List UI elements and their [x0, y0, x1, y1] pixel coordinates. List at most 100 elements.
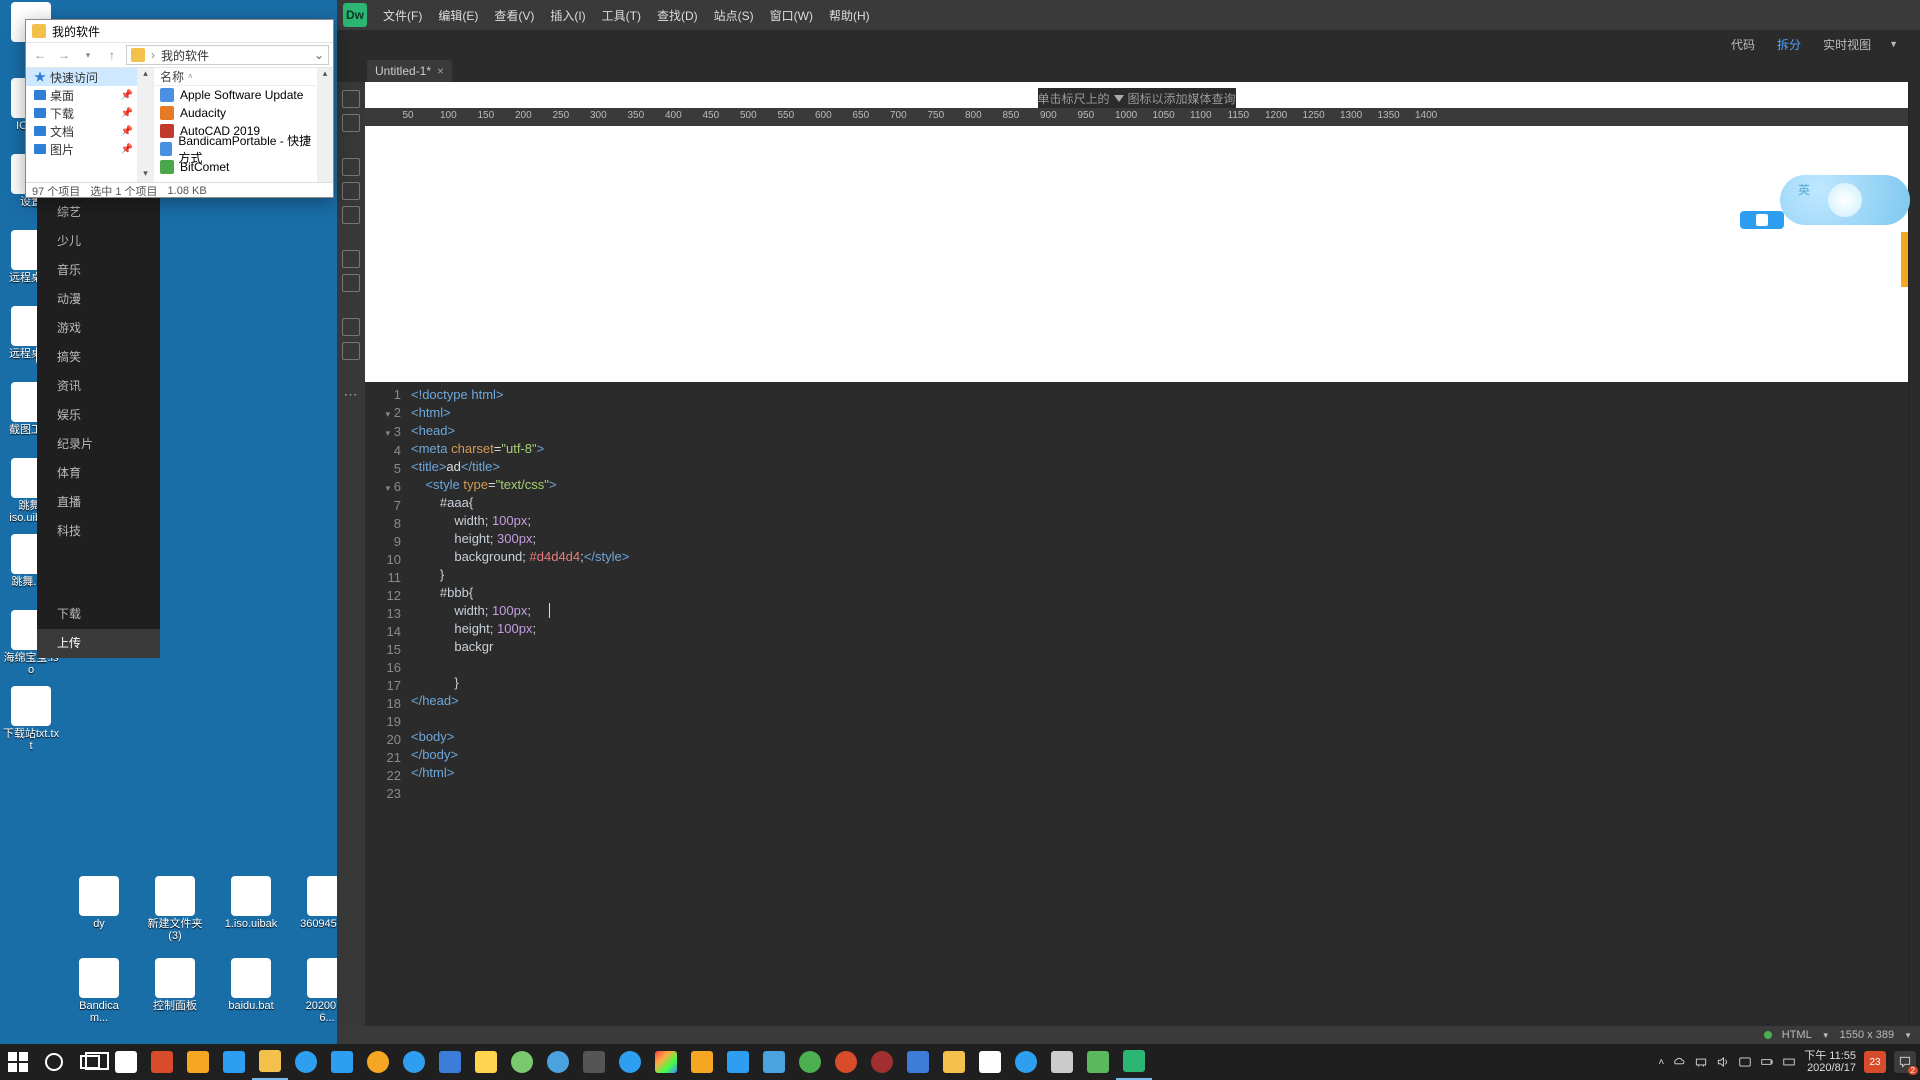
taskbar-app[interactable]	[144, 1044, 180, 1080]
rail-icon[interactable]	[342, 274, 360, 292]
design-view-canvas[interactable]: 单击标尺上的 图标以添加媒体查询 50100150200250300350400…	[365, 82, 1908, 382]
keyboard-icon[interactable]	[1782, 1055, 1796, 1069]
menu-item[interactable]: 帮助(H)	[821, 3, 878, 28]
taskbar-app[interactable]	[972, 1044, 1008, 1080]
chevron-down-icon[interactable]: ▼	[1822, 1031, 1830, 1040]
code-line[interactable]: width; 100px;	[411, 512, 1908, 530]
scroll-up-icon[interactable]: ▴	[317, 68, 333, 82]
menu-item[interactable]: 站点(S)	[706, 3, 762, 28]
chevron-down-icon[interactable]: ▼	[1887, 39, 1900, 49]
menu-item[interactable]: 查看(V)	[486, 3, 542, 28]
category-item[interactable]: 娱乐	[37, 401, 160, 430]
rail-icon[interactable]	[342, 318, 360, 336]
more-icon[interactable]: ⋯	[344, 386, 359, 403]
taskbar-app[interactable]	[432, 1044, 468, 1080]
up-button[interactable]: ↑	[102, 48, 122, 62]
notification-badge[interactable]: 23	[1864, 1051, 1886, 1073]
nav-pane-item[interactable]: 文档📌	[26, 122, 137, 140]
taskbar-app[interactable]	[540, 1044, 576, 1080]
taskbar-app[interactable]	[1080, 1044, 1116, 1080]
view-live[interactable]: 实时视图	[1817, 33, 1877, 56]
cortana-button[interactable]	[36, 1044, 72, 1080]
taskbar-app[interactable]	[648, 1044, 684, 1080]
category-item[interactable]: 直播	[37, 488, 160, 517]
tray-overflow-icon[interactable]: ˄	[1658, 1057, 1664, 1068]
file-list-item[interactable]: Apple Software Update	[154, 86, 317, 104]
taskbar-app[interactable]	[288, 1044, 324, 1080]
menu-item[interactable]: 查找(D)	[649, 3, 706, 28]
code-line[interactable]: #bbb{	[411, 584, 1908, 602]
rail-icon[interactable]	[342, 182, 360, 200]
taskbar-app[interactable]	[936, 1044, 972, 1080]
category-item[interactable]: 少儿	[37, 227, 160, 256]
onedrive-icon[interactable]	[1672, 1055, 1686, 1069]
menu-item[interactable]: 文件(F)	[375, 3, 430, 28]
taskbar-app-file-explorer[interactable]	[252, 1044, 288, 1080]
code-line[interactable]: <head>	[411, 422, 1908, 440]
upload-tab[interactable]: 上传	[37, 629, 160, 658]
rail-icon[interactable]	[342, 90, 360, 108]
taskbar-app-dreamweaver[interactable]	[1116, 1044, 1152, 1080]
recent-dropdown[interactable]: ▾	[78, 50, 98, 61]
taskbar-app[interactable]	[108, 1044, 144, 1080]
taskbar-app[interactable]	[216, 1044, 252, 1080]
taskbar-app[interactable]	[756, 1044, 792, 1080]
code-line[interactable]: }	[411, 566, 1908, 584]
floating-widget[interactable]: 英	[1780, 175, 1910, 225]
code-line[interactable]: backgr	[411, 638, 1908, 656]
file-list[interactable]: 名称 ˄ Apple Software UpdateAudacityAutoCA…	[154, 68, 317, 182]
menu-item[interactable]: 插入(I)	[542, 3, 593, 28]
code-line[interactable]: height; 100px;	[411, 620, 1908, 638]
ime-icon[interactable]	[1738, 1055, 1752, 1069]
code-line[interactable]: height; 300px;	[411, 530, 1908, 548]
file-list-item[interactable]: BandicamPortable - 快捷方式	[154, 140, 317, 158]
code-line[interactable]	[411, 656, 1908, 674]
forward-button[interactable]: →	[54, 48, 74, 62]
taskbar-app[interactable]	[504, 1044, 540, 1080]
code-line[interactable]: </head>	[411, 692, 1908, 710]
menu-item[interactable]: 编辑(E)	[430, 3, 486, 28]
rail-icon[interactable]	[342, 206, 360, 224]
code-line[interactable]: <title>ad</title>	[411, 458, 1908, 476]
code-line[interactable]: <html>	[411, 404, 1908, 422]
taskbar-app[interactable]	[324, 1044, 360, 1080]
taskbar-app[interactable]	[792, 1044, 828, 1080]
code-line[interactable]: width; 100px;	[411, 602, 1908, 620]
nav-pane-item[interactable]: 图片📌	[26, 140, 137, 158]
rail-icon[interactable]	[342, 114, 360, 132]
scroll-up-icon[interactable]: ▴	[138, 68, 153, 82]
taskbar-app[interactable]	[468, 1044, 504, 1080]
close-icon[interactable]: ×	[437, 64, 444, 78]
category-item[interactable]: 音乐	[37, 256, 160, 285]
desktop-shortcut[interactable]: 控制面板	[146, 958, 204, 1034]
chevron-down-icon[interactable]: ▼	[1904, 1031, 1912, 1040]
taskbar-app[interactable]	[576, 1044, 612, 1080]
chevron-down-icon[interactable]: ⌄	[314, 48, 324, 62]
nav-pane-item[interactable]: 快速访问	[26, 68, 137, 86]
code-line[interactable]: background; #d4d4d4;</style>	[411, 548, 1908, 566]
column-header-row[interactable]: 名称 ˄	[154, 68, 317, 86]
horizontal-ruler[interactable]: 5010015020025030035040045050055060065070…	[365, 108, 1908, 126]
nav-pane-item[interactable]: 下载📌	[26, 104, 137, 122]
navigation-pane[interactable]: 快速访问桌面📌下载📌文档📌图片📌	[26, 68, 138, 182]
volume-icon[interactable]	[1716, 1055, 1730, 1069]
desktop-shortcut[interactable]: 1.iso.uibak	[222, 876, 280, 952]
desktop-shortcut[interactable]: 新建文件夹(3)	[146, 876, 204, 952]
document-tab[interactable]: Untitled-1* ×	[367, 60, 452, 82]
category-item[interactable]: 资讯	[37, 372, 160, 401]
breakpoint-handle[interactable]	[1901, 232, 1908, 287]
category-item[interactable]: 游戏	[37, 314, 160, 343]
window-title-bar[interactable]: 我的软件	[26, 20, 333, 42]
taskbar-app[interactable]	[828, 1044, 864, 1080]
taskbar-app[interactable]	[684, 1044, 720, 1080]
view-split[interactable]: 拆分	[1771, 33, 1807, 56]
action-center-icon[interactable]: 2	[1894, 1051, 1916, 1073]
category-item[interactable]: 综艺	[37, 198, 160, 227]
taskbar-app[interactable]	[1044, 1044, 1080, 1080]
code-view[interactable]: 1▾ 2▾ 345▾ 67891011121314151617181920212…	[365, 382, 1908, 1026]
nav-pane-scrollbar[interactable]: ▴ ▾	[138, 68, 154, 182]
category-item[interactable]: 搞笑	[37, 343, 160, 372]
desktop-shortcut[interactable]: 下载站txt.txt	[2, 686, 60, 762]
breadcrumb[interactable]: 我的软件	[161, 47, 209, 64]
back-button[interactable]: ←	[30, 48, 50, 62]
